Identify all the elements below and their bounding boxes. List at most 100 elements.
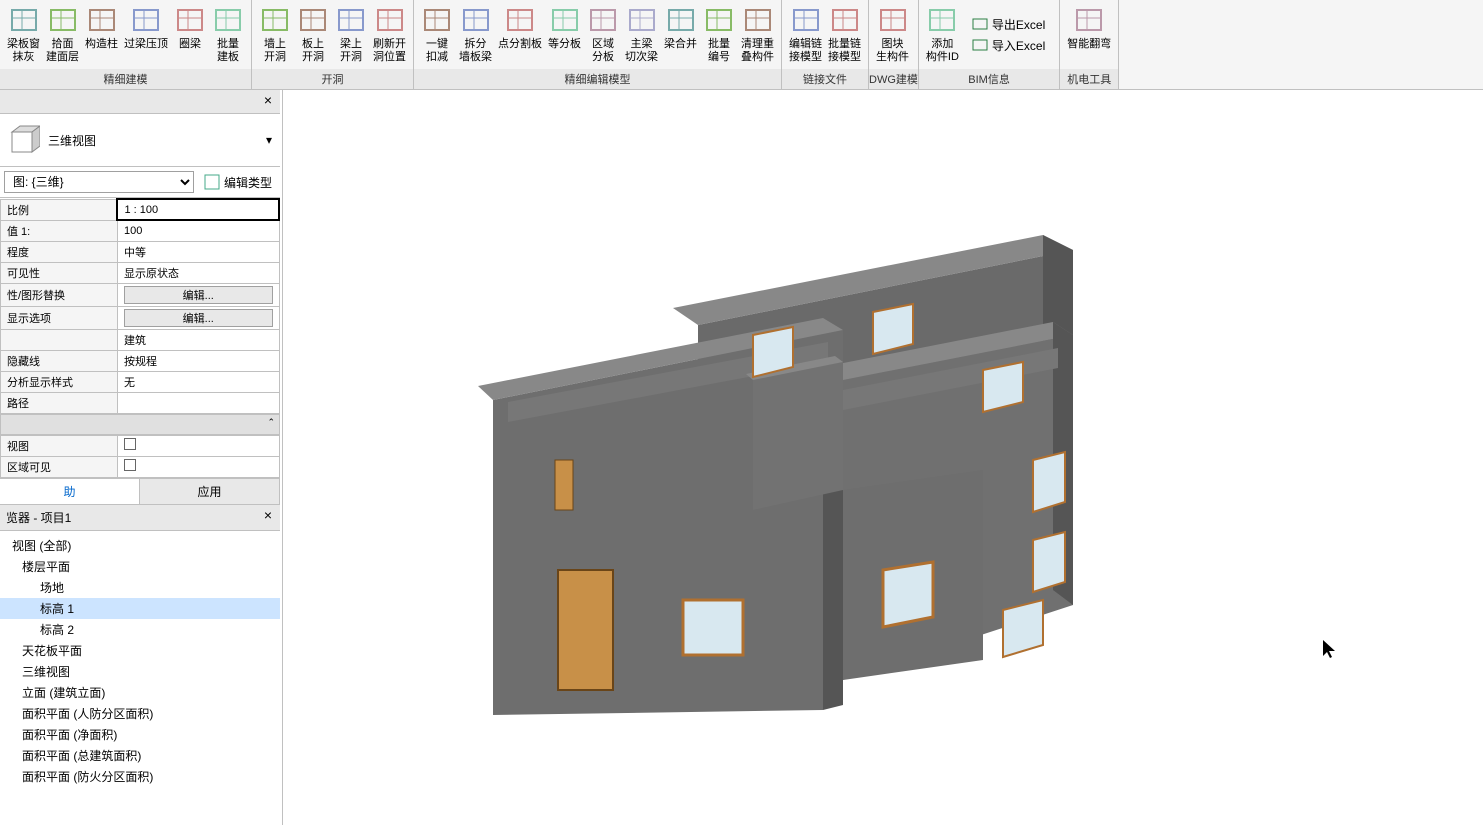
block-gen-button[interactable]: 图块 生构件 (873, 2, 912, 67)
prop-label: 性/图形替换 (1, 283, 118, 306)
export-excel-button[interactable]: 导出Excel (968, 14, 1049, 35)
wall-open-button[interactable]: 墙上 开洞 (256, 2, 294, 67)
deduct-button[interactable]: 一键 扣减 (418, 2, 456, 67)
prop-value[interactable]: 显示原状态 (117, 262, 279, 283)
prop-value[interactable]: 按规程 (117, 350, 279, 371)
tree-item[interactable]: 楼层平面 (0, 556, 280, 577)
main-beam-button[interactable]: 主梁 切次梁 (622, 2, 661, 67)
prop-value[interactable] (118, 435, 280, 456)
prop-value[interactable] (117, 199, 279, 220)
main-beam-icon (626, 4, 658, 36)
edit-type-button[interactable]: 编辑类型 (200, 172, 276, 193)
batch-link-button[interactable]: 批量链 接模型 (825, 2, 864, 67)
dropdown-icon[interactable]: ▾ (266, 133, 272, 147)
prop-value[interactable]: 100 (117, 220, 279, 241)
merge-beam-button[interactable]: 梁合并 (661, 2, 700, 67)
tree-item[interactable]: 面积平面 (人防分区面积) (0, 703, 280, 724)
prop-value[interactable]: 中等 (117, 241, 279, 262)
cube-icon (8, 124, 40, 156)
prop-value[interactable]: 建筑 (117, 329, 279, 350)
collapse-icon[interactable]: ⌃ (267, 417, 275, 428)
prop-label: 可见性 (1, 262, 118, 283)
batch-board-icon (212, 4, 244, 36)
help-link[interactable]: 助 (0, 479, 140, 504)
tree-item[interactable]: 面积平面 (净面积) (0, 724, 280, 745)
checkbox[interactable] (124, 459, 136, 471)
prop-label: 显示选项 (1, 306, 118, 329)
pick-face-button[interactable]: 拾面 建面层 (43, 2, 82, 67)
batch-num-button[interactable]: 批量 编号 (700, 2, 738, 67)
deduct-icon (421, 4, 453, 36)
prop-label (1, 329, 118, 350)
merge-beam-icon (665, 4, 697, 36)
smart-bend-button[interactable]: 智能翻弯 (1064, 2, 1114, 67)
beam-open-icon (335, 4, 367, 36)
lintel-icon (130, 4, 162, 36)
smart-bend-icon (1073, 4, 1105, 36)
checkbox[interactable] (124, 438, 136, 450)
prop-label: 程度 (1, 241, 118, 262)
tree-item[interactable]: 场地 (0, 577, 280, 598)
board-open-icon (297, 4, 329, 36)
beam-board-icon (8, 4, 40, 36)
edit-button[interactable]: 编辑... (124, 286, 273, 304)
tree-item[interactable]: 三维视图 (0, 661, 280, 682)
tree-item[interactable]: 立面 (建筑立面) (0, 682, 280, 703)
prop-input[interactable] (124, 204, 272, 216)
prop-label: 隐藏线 (1, 350, 118, 371)
wall-open-icon (259, 4, 291, 36)
close-icon[interactable]: × (260, 507, 276, 523)
cursor-icon (1323, 640, 1339, 660)
prop-label: 裁剪 (1, 477, 118, 478)
tree-item[interactable]: 标高 1 (0, 598, 280, 619)
prop-value[interactable]: 编辑... (117, 306, 279, 329)
ribbon-group-label: 链接文件 (782, 69, 868, 89)
close-icon[interactable]: × (260, 92, 276, 108)
import-excel-button[interactable]: 导入Excel (968, 35, 1049, 56)
beam-board-button[interactable]: 梁板窗 抹灰 (4, 2, 43, 67)
refresh-open-icon (374, 4, 406, 36)
batch-board-button[interactable]: 批量 建板 (209, 2, 247, 67)
tree-item[interactable]: 面积平面 (防火分区面积) (0, 766, 280, 787)
point-split-button[interactable]: 点分割板 (495, 2, 545, 67)
tree-item[interactable]: 天花板平面 (0, 640, 280, 661)
apply-button[interactable]: 应用 (140, 479, 280, 504)
prop-label: 区域可见 (1, 456, 118, 477)
edit-icon (204, 174, 220, 190)
split-wall-icon (460, 4, 492, 36)
ribbon-group-label: 精细编辑模型 (414, 69, 781, 89)
struct-col-button[interactable]: 构造柱 (82, 2, 121, 67)
edit-button[interactable]: 编辑... (124, 309, 273, 327)
lintel-button[interactable]: 过梁压顶 (121, 2, 171, 67)
tree-item[interactable]: 视图 (全部) (0, 535, 280, 556)
split-wall-button[interactable]: 拆分 墙板梁 (456, 2, 495, 67)
pick-face-icon (47, 4, 79, 36)
view-name-select[interactable]: 图: {三维} (4, 171, 194, 193)
equal-split-button[interactable]: 等分板 (545, 2, 584, 67)
edit-link-button[interactable]: 编辑链 接模型 (786, 2, 825, 67)
tree-item[interactable]: 面积平面 (总建筑面积) (0, 745, 280, 766)
add-id-button[interactable]: 添加 构件ID (923, 2, 962, 67)
area-split-button[interactable]: 区域 分板 (584, 2, 622, 67)
refresh-open-button[interactable]: 刷新开 洞位置 (370, 2, 409, 67)
tree-item[interactable]: 标高 2 (0, 619, 280, 640)
view-type-label: 三维视图 (48, 132, 96, 149)
prop-value[interactable] (118, 477, 280, 478)
3d-viewport[interactable] (282, 90, 1483, 825)
prop-label: 分析显示样式 (1, 371, 118, 392)
prop-value[interactable]: 无 (117, 371, 279, 392)
edit-link-icon (790, 4, 822, 36)
ribbon-group-label: 精细建模 (0, 69, 251, 89)
prop-value[interactable] (118, 456, 280, 477)
view-type-selector[interactable]: 三维视图 ▾ (0, 114, 280, 167)
block-gen-icon (877, 4, 909, 36)
prop-label: 值 1: (1, 220, 118, 241)
batch-link-icon (829, 4, 861, 36)
board-open-button[interactable]: 板上 开洞 (294, 2, 332, 67)
prop-value[interactable]: 编辑... (117, 283, 279, 306)
prop-value[interactable] (117, 392, 279, 413)
ribbon-group-label: BIM信息 (919, 69, 1059, 89)
beam-open-button[interactable]: 梁上 开洞 (332, 2, 370, 67)
clean-dup-button[interactable]: 清理重 叠构件 (738, 2, 777, 67)
ring-beam-button[interactable]: 圈梁 (171, 2, 209, 67)
